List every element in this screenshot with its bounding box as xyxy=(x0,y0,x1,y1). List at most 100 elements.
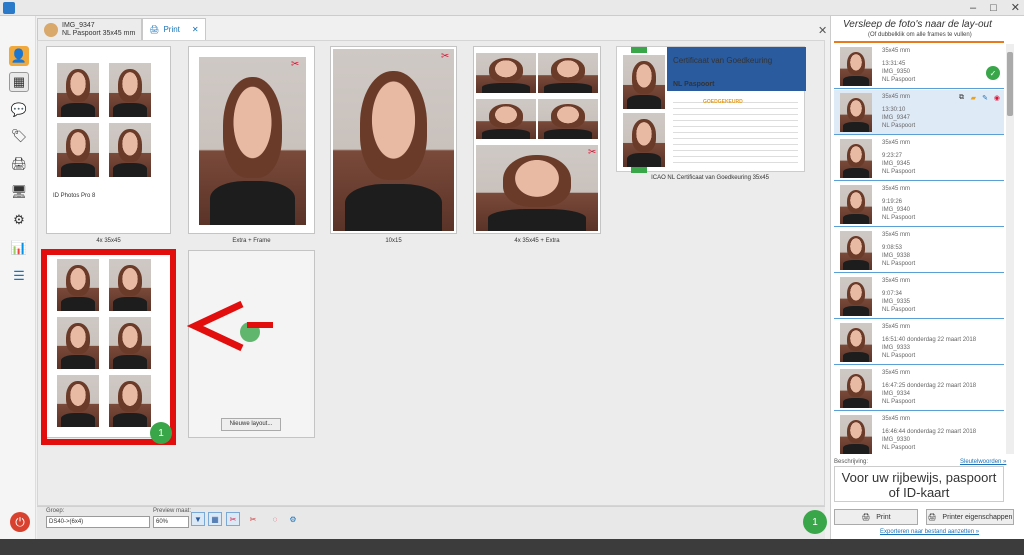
title-bar: – □ ✕ xyxy=(0,0,1024,16)
description-label: Beschrijving: xyxy=(834,459,869,465)
scrollbar-thumb[interactable] xyxy=(1007,52,1013,116)
landscape-photo xyxy=(476,145,598,231)
photo-thumbnail xyxy=(840,369,872,408)
list-item[interactable]: 35x45 mm 9:23:27 IMG_9345 NL Paspoort xyxy=(834,136,1004,181)
photo-thumbnail xyxy=(840,415,872,454)
new-layout-button[interactable]: Nieuwe layout... xyxy=(221,418,281,431)
photo-thumbnail xyxy=(840,185,872,224)
passport-photo xyxy=(538,99,598,139)
item-type: NL Paspoort xyxy=(882,123,916,129)
keywords-link[interactable]: Sleutelwoorden » xyxy=(960,459,1006,465)
tab-photo-name: IMG_9347 xyxy=(62,21,95,29)
printer-icon[interactable]: 🖨 xyxy=(9,154,29,174)
id-photo-sheet-icon[interactable]: ▦ xyxy=(9,72,29,92)
item-size: 35x45 mm xyxy=(882,140,911,146)
menu-list-icon[interactable]: ☰ xyxy=(9,266,29,286)
crop-icon[interactable]: ✂ xyxy=(441,51,449,62)
printer-icon: 🖨 xyxy=(861,514,871,521)
item-size: 35x45 mm xyxy=(882,186,911,192)
layout-4x35x45[interactable]: ID Photos Pro 8 xyxy=(46,46,171,234)
chart-icon[interactable]: 📊 xyxy=(9,238,29,258)
power-icon[interactable]: ⏻ xyxy=(10,512,30,532)
crop-icon[interactable]: ✂ xyxy=(291,59,299,70)
settings-icon[interactable]: ⚙ xyxy=(9,210,29,230)
cert-green-mark xyxy=(631,167,647,173)
layout-caption: 4x 35x45 + Extra xyxy=(514,238,560,244)
list-item[interactable]: 35x45 mm 16:46:44 donderdag 22 maart 201… xyxy=(834,412,1004,454)
tab-photo[interactable]: IMG_9347 NL Paspoort 35x45 mm xyxy=(37,18,143,40)
monitor-icon[interactable]: 🖥 xyxy=(9,182,29,202)
layout-4x35x45-extra[interactable]: ✂ xyxy=(473,46,601,234)
copy-icon[interactable]: ⧉ xyxy=(959,94,964,102)
print-tab-icon: 🖨 xyxy=(149,24,160,34)
list-item[interactable]: 35x45 mm 9:07:34 IMG_9335 NL Paspoort xyxy=(834,274,1004,319)
settings-small-icon[interactable]: ⚙ xyxy=(286,512,300,526)
layout-10x15[interactable]: ✂ xyxy=(330,46,457,234)
printer-properties-label: Printer eigenschappen xyxy=(942,513,1013,521)
layout-certificate[interactable]: Certificaat van Goedkeuring NL Paspoort … xyxy=(616,46,806,173)
group-select[interactable]: DS40->(6x4) xyxy=(46,516,150,528)
photo-thumbnail xyxy=(840,47,872,86)
grid-icon[interactable]: ▦ xyxy=(208,512,222,526)
scissors-icon[interactable]: ✂ xyxy=(246,512,260,526)
list-item[interactable]: 35x45 mm 13:30:10 IMG_9347 NL Paspoort ⧉… xyxy=(834,90,1004,135)
portrait-photo xyxy=(199,57,306,225)
layout-extra-frame[interactable]: ✂ xyxy=(188,46,315,234)
item-size: 35x45 mm xyxy=(882,232,911,238)
list-item[interactable]: 35x45 mm 9:08:53 IMG_9338 NL Paspoort xyxy=(834,228,1004,273)
new-icon[interactable]: 🏷 xyxy=(9,126,29,146)
tab-close-icon[interactable]: ✕ xyxy=(192,25,199,34)
cut-icon[interactable]: ✂ xyxy=(226,512,240,526)
list-item[interactable]: 35x45 mm 16:51:40 donderdag 22 maart 201… xyxy=(834,320,1004,365)
person-icon[interactable]: 👤 xyxy=(9,46,29,66)
item-name: IMG_9350 xyxy=(882,69,911,75)
crop-icon[interactable]: ✂ xyxy=(588,147,596,158)
photo-thumbnail xyxy=(840,277,872,316)
close-panel-button[interactable]: ✕ xyxy=(818,24,827,37)
minimize-button[interactable]: – xyxy=(970,0,976,16)
maximize-button[interactable]: □ xyxy=(990,0,997,16)
description-field[interactable]: Voor uw rijbewijs, paspoort of ID-kaart xyxy=(834,466,1004,502)
left-toolbar: 👤 ▦ 💬 🏷 🖨 🖥 ⚙ 📊 ☰ ⏻ xyxy=(0,16,36,539)
print-button[interactable]: 🖨 Print xyxy=(834,509,918,525)
filter-icon[interactable]: ▼ xyxy=(191,512,205,526)
preview-select[interactable]: 60% xyxy=(153,516,189,528)
item-type: NL Paspoort xyxy=(882,169,916,175)
status-bar xyxy=(0,539,1024,555)
item-type: NL Paspoort xyxy=(882,445,916,451)
item-size: 35x45 mm xyxy=(882,370,911,376)
item-type: NL Paspoort xyxy=(882,399,916,405)
group-label: Groep: xyxy=(46,508,65,514)
print-button-label: Print xyxy=(876,513,891,521)
item-type: NL Paspoort xyxy=(882,307,916,313)
cert-title: Certificaat van Goedkeuring xyxy=(673,56,773,65)
help-icon[interactable]: 💬 xyxy=(9,100,29,120)
edit-icon[interactable]: ✎ xyxy=(982,94,988,102)
tab-print-label: Print xyxy=(163,24,180,34)
passport-photo xyxy=(109,63,151,117)
item-time: 9:07:34 xyxy=(882,291,903,297)
layout-caption: 10x15 xyxy=(385,238,402,244)
item-name: IMG_9340 xyxy=(882,207,911,213)
item-size: 35x45 mm xyxy=(882,324,911,330)
cert-details xyxy=(673,97,798,167)
color-icon[interactable]: ◉ xyxy=(994,94,1000,102)
printer-properties-button[interactable]: 🖨 Printer eigenschappen xyxy=(926,509,1014,525)
layout-caption: Extra + Frame xyxy=(232,238,271,244)
target-icon[interactable]: ◌ xyxy=(268,512,282,526)
item-time: 13:31:45 xyxy=(882,61,906,67)
export-link[interactable]: Exporteren naar bestand aanzetten » xyxy=(880,529,979,535)
list-item[interactable]: 35x45 mm 13:31:45 IMG_9350 NL Paspoort ✓ xyxy=(834,44,1004,89)
item-time: 13:30:10 xyxy=(882,107,906,113)
tab-print[interactable]: 🖨 Print ✕ xyxy=(142,18,206,40)
list-item[interactable]: 35x45 mm 9:19:26 IMG_9340 NL Paspoort xyxy=(834,182,1004,227)
close-window-button[interactable]: ✕ xyxy=(1011,0,1020,16)
app-icon xyxy=(3,2,15,14)
passport-photo xyxy=(538,53,598,93)
tab-photo-type: NL Paspoort 35x45 mm xyxy=(62,29,136,37)
folder-icon[interactable]: ▰ xyxy=(971,94,976,102)
list-item[interactable]: 35x45 mm 16:47:25 donderdag 22 maart 201… xyxy=(834,366,1004,411)
item-type: NL Paspoort xyxy=(882,353,916,359)
passport-photo xyxy=(57,63,99,117)
passport-photo xyxy=(623,113,665,167)
